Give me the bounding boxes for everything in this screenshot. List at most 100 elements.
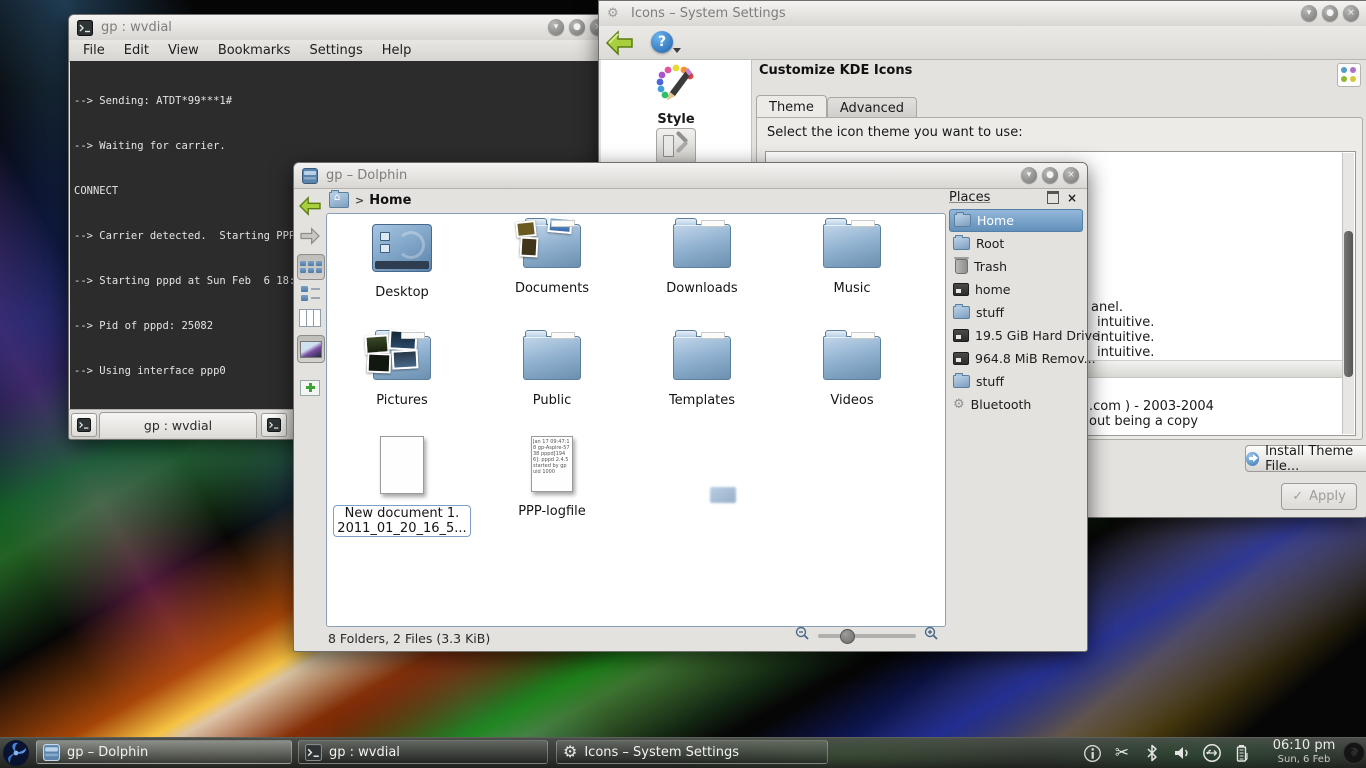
apply-button[interactable]: ✓ Apply [1281,483,1357,510]
minimize-button[interactable]: ▾ [1021,167,1037,183]
folder-icon [823,336,881,380]
columns-view-button[interactable] [297,308,323,328]
split-icon [300,380,320,396]
folder-item-downloads[interactable]: Downloads [632,224,772,296]
overview-button[interactable] [1337,63,1361,87]
breadcrumb-location[interactable]: Home [369,193,411,208]
file-item-ppp-logfile[interactable]: Jan 17 09:47:18 gp-Aspire-5738 pppd[1946… [482,436,622,519]
minimize-button[interactable]: ▾ [548,19,564,35]
folder-item-videos[interactable]: Videos [782,336,922,408]
close-button[interactable]: × [1063,167,1079,183]
taskbar-task-dolphin[interactable]: gp – Dolphin [36,740,292,764]
places-item-stuff[interactable]: stuff [949,301,1083,324]
places-label: 19.5 GiB Hard Drive [975,328,1100,343]
zoom-in-icon[interactable] [924,626,939,645]
menu-item-bookmarks[interactable]: Bookmarks [218,43,291,58]
minimize-button[interactable]: ▾ [1301,5,1317,21]
tab-list-button[interactable] [261,413,287,437]
maximize-button[interactable]: ● [569,19,585,35]
terminal-task-icon [305,744,322,761]
folder-item-pictures[interactable]: Pictures [332,336,472,408]
split-view-button[interactable] [297,378,323,398]
launcher-icon [2,739,30,767]
bluetooth-icon: ⚙ [953,398,965,412]
places-item-bluetooth[interactable]: ⚙ Bluetooth [949,393,1083,416]
places-label: Root [976,236,1004,251]
places-label: stuff [976,305,1004,320]
folder-icon [673,336,731,380]
document-file-icon [380,436,424,494]
notifications-info-icon[interactable] [1082,743,1102,763]
chevron-down-icon [673,48,681,53]
taskbar-task-system-settings[interactable]: ⚙ Icons – System Settings [556,740,828,764]
terminal-tab-label: gp : wvdial [144,418,212,433]
terminal-app-icon [77,20,93,36]
forward-button[interactable] [297,225,323,247]
menu-item-settings[interactable]: Settings [309,43,362,58]
folder-item-documents[interactable]: Documents [482,224,622,296]
places-item-stuff2[interactable]: stuff [949,370,1083,393]
folder-item-desktop[interactable]: Desktop [332,224,472,300]
places-item-hard-drive[interactable]: 19.5 GiB Hard Drive [949,324,1083,347]
icons-view-button[interactable] [297,254,325,280]
sidebar-item-style[interactable]: Style [601,62,751,127]
folder-label: Documents [482,281,622,296]
folder-icon [953,306,970,319]
scrollbar-handle[interactable] [1344,231,1353,377]
places-item-home[interactable]: Home [949,209,1083,232]
folder-item-music[interactable]: Music [782,224,922,296]
places-label: 964.8 MiB Remov... [975,351,1096,366]
dolphin-side-toolbar [294,188,326,651]
places-item-home-partition[interactable]: home [949,278,1083,301]
back-button[interactable] [605,30,635,56]
status-text: 8 Folders, 2 Files (3.3 KiB) [328,631,490,646]
install-theme-file-button[interactable]: Install Theme File... [1245,445,1366,472]
menu-item-help[interactable]: Help [382,43,412,58]
terminal-tab[interactable]: gp : wvdial [99,412,257,438]
maximize-button[interactable]: ● [1042,167,1058,183]
breadcrumb-home-button[interactable]: ⌂ [329,192,349,210]
back-button[interactable] [297,194,323,218]
new-tab-button[interactable] [71,413,97,437]
menu-item-view[interactable]: View [168,43,199,58]
preview-button[interactable] [297,335,325,363]
zoom-slider[interactable] [818,634,916,638]
zoom-slider-handle[interactable] [840,629,855,644]
menu-item-edit[interactable]: Edit [124,43,149,58]
dolphin-titlebar[interactable]: gp – Dolphin ▾ ● × [294,163,1087,189]
theme-list-text: intuitive. [1097,315,1154,330]
columns-view-icon [299,309,321,327]
menu-item-file[interactable]: File [83,43,105,58]
float-panel-icon[interactable] [1047,191,1059,204]
places-item-root[interactable]: Root [949,232,1083,255]
folder-label: Desktop [332,285,472,300]
bluetooth-icon[interactable] [1142,743,1162,763]
task-label: gp : wvdial [329,745,400,760]
folder-item-public[interactable]: Public [482,336,622,408]
digital-clock[interactable]: 06:10 pm Sun, 6 Feb [1266,739,1342,767]
maximize-button[interactable]: ● [1322,5,1338,21]
folder-item-templates[interactable]: Templates [632,336,772,408]
desktop: gp : wvdial ▾ ● × File Edit View Bookmar… [0,0,1366,768]
places-item-removable[interactable]: 964.8 MiB Remov... [949,347,1083,370]
close-panel-icon[interactable]: × [1067,191,1077,205]
terminal-titlebar[interactable]: gp : wvdial ▾ ● × [69,15,614,41]
klipper-scissors-icon[interactable]: ✂ [1112,743,1132,763]
breadcrumb-separator: > [355,194,364,207]
taskbar-task-wvdial[interactable]: gp : wvdial [298,740,548,764]
scrollbar[interactable] [1342,153,1354,434]
volume-icon[interactable] [1172,743,1192,763]
battery-monitor-icon[interactable] [1232,743,1252,763]
places-item-trash[interactable]: Trash [949,255,1083,278]
zoom-out-icon[interactable] [795,626,810,645]
usb-device-notifier-icon[interactable] [1202,743,1222,763]
app-launcher-button[interactable] [2,739,30,767]
help-button[interactable]: ? [649,30,679,56]
details-view-button[interactable] [297,283,323,304]
dolphin-file-view[interactable]: Desktop Documents Downloads Music [326,213,946,627]
file-item-new-document[interactable]: New document 1.2011_01_20_16_5... [332,436,472,537]
settings-titlebar[interactable]: ⚙ Icons – System Settings ▾ ● × [599,1,1366,27]
panel-cashew-button[interactable] [1342,741,1366,768]
close-button[interactable]: × [1343,5,1359,21]
sidebar-item-workspace-icon[interactable] [656,128,696,164]
